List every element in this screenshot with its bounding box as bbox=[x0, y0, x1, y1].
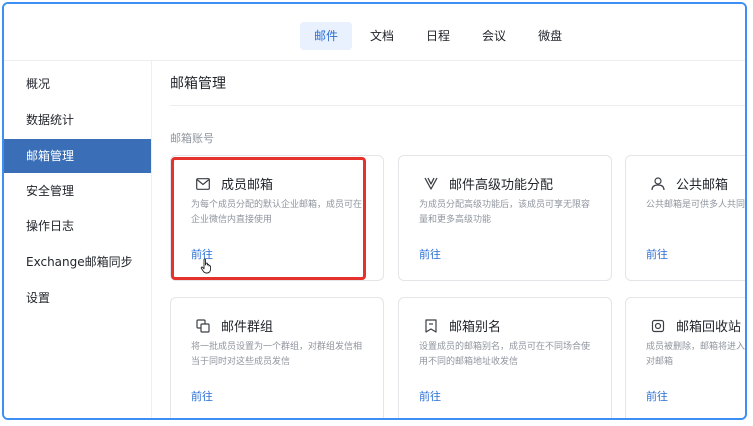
card-header: 公共邮箱 bbox=[650, 174, 728, 193]
sidebar-item-statistics[interactable]: 数据统计 bbox=[4, 103, 151, 137]
card-title: 邮箱回收站 bbox=[676, 320, 742, 335]
card-description: 为成员分配高级功能后，该成员可享无限容量和更多高级功能 bbox=[419, 200, 591, 225]
sidebar-item-exchange-sync[interactable]: Exchange邮箱同步 bbox=[4, 245, 151, 279]
sidebar-item-operation-log[interactable]: 操作日志 bbox=[4, 209, 151, 243]
people-icon bbox=[650, 176, 666, 192]
card-header: 邮件群组 bbox=[195, 316, 273, 335]
app-window: 邮件 文档 日程 会议 微盘 概况 数据统计 邮箱管理 安全管理 操作日志 Ex… bbox=[2, 2, 747, 420]
v-icon bbox=[423, 176, 439, 192]
title-divider bbox=[170, 105, 745, 106]
card-header: 邮箱别名 bbox=[423, 316, 501, 335]
card-header: 成员邮箱 bbox=[195, 174, 273, 193]
tab-meeting[interactable]: 会议 bbox=[468, 22, 520, 50]
card-mail-group[interactable]: 邮件群组 将一批成员设置为一个群组，对群组发信相当于同时对这些成员发信 前往 bbox=[170, 297, 384, 418]
section-label: 邮箱账号 bbox=[170, 132, 214, 145]
card-title: 邮件群组 bbox=[221, 320, 274, 335]
card-description: 成员被删除，邮箱将进入时间，管理员可以对邮箱 bbox=[646, 342, 746, 367]
card-title: 邮件高级功能分配 bbox=[449, 178, 554, 193]
top-nav: 邮件 文档 日程 会议 微盘 bbox=[4, 4, 745, 61]
page-title: 邮箱管理 bbox=[170, 76, 226, 92]
main-content: 邮箱管理 邮箱账号 成员邮箱 为每个成员分配的默认企业邮箱，成员可在企业微信内直… bbox=[152, 61, 745, 418]
card-description: 为每个成员分配的默认企业邮箱，成员可在企业微信内直接使用 bbox=[191, 200, 363, 225]
hand-cursor-icon bbox=[200, 258, 211, 274]
top-tabs: 邮件 文档 日程 会议 微盘 bbox=[300, 22, 580, 50]
bookmark-icon bbox=[423, 318, 439, 334]
sidebar-item-overview[interactable]: 概况 bbox=[4, 67, 151, 101]
card-title: 邮箱别名 bbox=[449, 320, 502, 335]
envelope-icon bbox=[195, 176, 211, 192]
card-description: 设置成员的邮箱别名，成员可在不同场合使用不同的邮箱地址收发信 bbox=[419, 342, 591, 367]
card-header: 邮箱回收站 bbox=[650, 316, 741, 335]
card-header: 邮件高级功能分配 bbox=[423, 174, 553, 193]
tab-calendar[interactable]: 日程 bbox=[412, 22, 464, 50]
sidebar-item-security[interactable]: 安全管理 bbox=[4, 174, 151, 208]
goto-link[interactable]: 前往 bbox=[646, 388, 668, 404]
group-icon bbox=[195, 318, 211, 334]
tab-drive[interactable]: 微盘 bbox=[524, 22, 576, 50]
goto-link[interactable]: 前往 bbox=[419, 388, 441, 404]
card-title: 公共邮箱 bbox=[676, 178, 729, 193]
tab-mail[interactable]: 邮件 bbox=[300, 22, 353, 50]
goto-link[interactable]: 前往 bbox=[646, 246, 668, 262]
sidebar: 概况 数据统计 邮箱管理 安全管理 操作日志 Exchange邮箱同步 设置 bbox=[4, 61, 152, 418]
card-description: 公共邮箱是可供多人共同使 bbox=[646, 200, 747, 210]
card-public-mailbox[interactable]: 公共邮箱 公共邮箱是可供多人共同使 前往 bbox=[625, 155, 747, 281]
card-title: 成员邮箱 bbox=[221, 178, 274, 193]
goto-link[interactable]: 前往 bbox=[419, 246, 441, 262]
card-description: 将一批成员设置为一个群组，对群组发信相当于同时对这些成员发信 bbox=[191, 342, 363, 367]
sidebar-item-mailbox-management[interactable]: 邮箱管理 bbox=[4, 139, 151, 173]
goto-link[interactable]: 前往 bbox=[191, 388, 213, 404]
recycle-icon bbox=[650, 318, 666, 334]
card-advanced-features[interactable]: 邮件高级功能分配 为成员分配高级功能后，该成员可享无限容量和更多高级功能 前往 bbox=[398, 155, 612, 281]
tab-docs[interactable]: 文档 bbox=[356, 22, 408, 50]
card-mailbox-alias[interactable]: 邮箱别名 设置成员的邮箱别名，成员可在不同场合使用不同的邮箱地址收发信 前往 bbox=[398, 297, 612, 418]
sidebar-item-settings[interactable]: 设置 bbox=[4, 281, 151, 315]
card-mailbox-recycle-bin[interactable]: 邮箱回收站 成员被删除，邮箱将进入时间，管理员可以对邮箱 前往 bbox=[625, 297, 746, 418]
